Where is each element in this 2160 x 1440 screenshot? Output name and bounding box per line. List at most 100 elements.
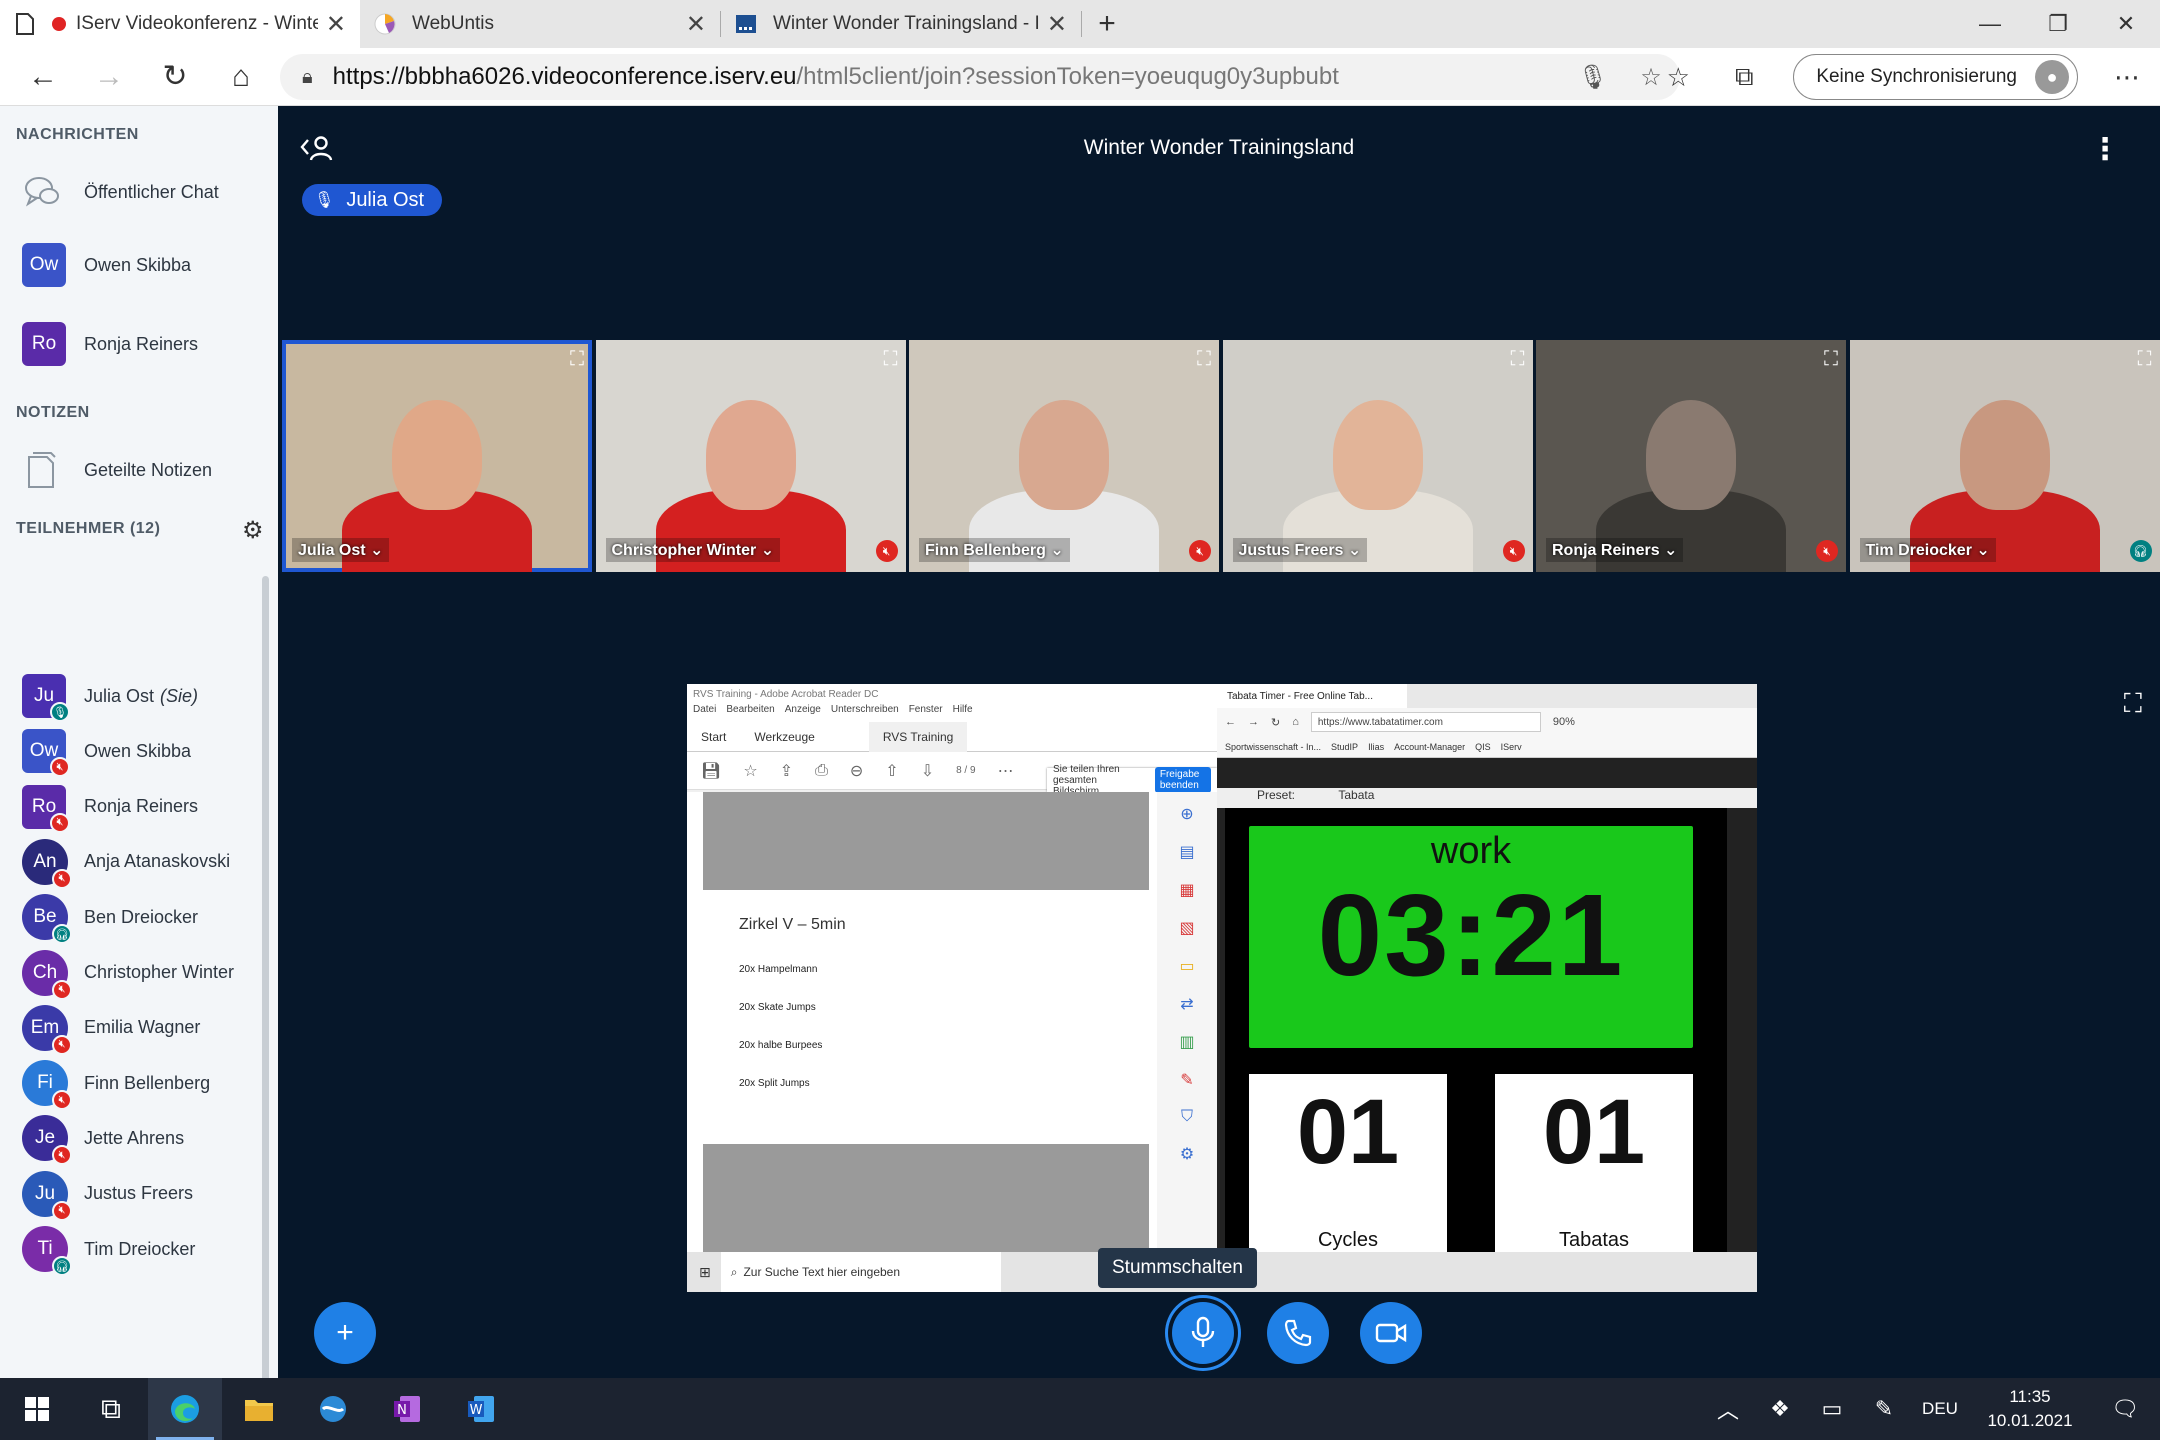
restore-icon[interactable]: ❐ — [2024, 0, 2092, 48]
avatar: Em 🔇︎ — [22, 1004, 72, 1055]
favorites-icon[interactable]: ☆ — [1645, 62, 1711, 93]
edge-browser-icon[interactable] — [148, 1378, 222, 1440]
reload-button[interactable]: ↻ — [142, 48, 208, 106]
webcam-user-name[interactable]: Finn Bellenberg ⌄ — [919, 538, 1070, 562]
fullscreen-screenshare-icon[interactable]: ⛶ — [2124, 688, 2142, 720]
share-webcam-button[interactable] — [1360, 1302, 1422, 1364]
more-menu-icon[interactable]: ⋯ — [2094, 62, 2160, 93]
address-bar[interactable]: 🔒︎ https://bbbha6026.videoconference.ise… — [280, 54, 1680, 100]
iserv-icon — [735, 13, 757, 35]
notifications-icon[interactable]: 🗨︎ — [2090, 1396, 2160, 1422]
recording-dot-icon — [52, 13, 66, 35]
browser-tab-iserv[interactable]: IServ Videokonferenz - Winter Wonder Tra… — [0, 0, 360, 48]
leave-audio-button[interactable] — [1267, 1302, 1329, 1364]
private-chat-item[interactable]: Ro Ronja Reiners — [22, 316, 198, 372]
avatar-initials: Em — [30, 1016, 60, 1038]
pdf-page-gap — [703, 792, 1149, 890]
sync-button[interactable]: Keine Synchronisierung ● — [1793, 54, 2078, 100]
muted-microphone-icon: 🔇︎ — [1189, 540, 1211, 562]
close-tab-icon[interactable]: ✕ — [686, 10, 706, 39]
task-view-icon[interactable]: ⧉ — [74, 1378, 148, 1440]
microphone-icon — [1191, 1316, 1215, 1347]
webcam-tile[interactable]: Tim Dreiocker ⌄ ⛶ 🎧︎ — [1849, 340, 2160, 572]
browser-tab-webuntis[interactable]: WebUntis ✕ — [360, 0, 720, 48]
avatar: Ow — [22, 243, 66, 287]
input-language[interactable]: DEU — [1910, 1399, 1970, 1419]
pdf-line: 20x Hampelmann — [739, 964, 818, 975]
forward-button[interactable]: → — [76, 48, 142, 106]
participant-item[interactable]: An 🔇︎ Anja Atanaskovski — [22, 834, 230, 890]
room-title: Winter Wonder Trainingsland — [1083, 136, 1355, 159]
show-hidden-icons-icon[interactable]: ︿ — [1702, 1393, 1754, 1425]
participants-settings-gear-icon[interactable]: ⚙ — [242, 516, 264, 545]
webcam-video-person-head — [705, 400, 796, 510]
fullscreen-icon[interactable]: ⛶ — [1824, 348, 1838, 371]
collections-icon[interactable]: ⧉ — [1711, 61, 1777, 93]
webcam-tile[interactable]: Christopher Winter ⌄ ⛶ 🔇︎ — [595, 340, 906, 572]
windows-start-icon[interactable] — [0, 1378, 74, 1440]
webcam-user-name[interactable]: Justus Freers ⌄ — [1232, 538, 1368, 562]
pen-icon[interactable]: ✎ — [1858, 1396, 1910, 1422]
webcam-user-name[interactable]: Julia Ost ⌄ — [292, 538, 390, 562]
mute-button[interactable] — [1172, 1302, 1234, 1364]
participant-item[interactable]: Je 🔇︎ Jette Ahrens — [22, 1110, 184, 1166]
participant-item[interactable]: Fi 🔇︎ Finn Bellenberg — [22, 1055, 210, 1111]
participant-item[interactable]: Ch 🔇︎ Christopher Winter — [22, 945, 234, 1001]
back-button[interactable]: ← — [10, 48, 76, 106]
fullscreen-icon[interactable]: ⛶ — [1197, 348, 1211, 371]
avatar-initials: Ju — [34, 1182, 56, 1204]
sidebar-scrollbar[interactable] — [262, 576, 269, 1378]
microphone-permission-icon[interactable]: 🎙︎ — [1564, 63, 1622, 92]
onenote-icon[interactable]: N — [370, 1378, 444, 1440]
pdf-line: 20x halbe Burpees — [739, 1040, 823, 1051]
participant-item[interactable]: Ti 🎧︎ Tim Dreiocker — [22, 1221, 195, 1277]
fullscreen-icon[interactable]: ⛶ — [570, 348, 584, 371]
muted-microphone-icon: 🔇︎ — [875, 540, 898, 562]
file-explorer-icon[interactable] — [222, 1378, 296, 1440]
webcam-user-name[interactable]: Ronja Reiners ⌄ — [1546, 538, 1684, 562]
private-chat-item[interactable]: Ow Owen Skibba — [22, 237, 191, 293]
minimize-icon[interactable]: — — [1956, 0, 2024, 48]
fullscreen-icon[interactable]: ⛶ — [2138, 348, 2152, 371]
avatar: Je 🔇︎ — [22, 1115, 72, 1166]
fullscreen-icon[interactable]: ⛶ — [1511, 348, 1525, 371]
clock[interactable]: 11:35 10.01.2021 — [1970, 1385, 2090, 1433]
webcam-tile[interactable]: Julia Ost ⌄ ⛶ — [282, 340, 592, 572]
lock-icon[interactable]: 🔒︎ — [302, 66, 313, 89]
webcam-tile[interactable]: Justus Freers ⌄ ⛶ 🔇︎ — [1222, 340, 1533, 572]
home-button[interactable]: ⌂ — [208, 48, 274, 106]
new-tab-button[interactable]: + — [1082, 0, 1132, 48]
avatar: Ro — [22, 322, 66, 366]
close-window-icon[interactable]: ✕ — [2092, 0, 2160, 48]
participant-name: Tim Dreiocker — [84, 1238, 196, 1259]
forward-icon: → — [1248, 716, 1259, 728]
webcam-tile[interactable]: Finn Bellenberg ⌄ ⛶ 🔇︎ — [909, 340, 1219, 572]
participant-item[interactable]: Ow 🔇︎ Owen Skibba — [22, 723, 191, 779]
participant-item[interactable]: Em 🔇︎ Emilia Wagner — [22, 1000, 200, 1056]
close-tab-icon[interactable]: ✕ — [1047, 10, 1067, 39]
dropbox-icon[interactable]: ❖ — [1754, 1396, 1806, 1422]
webcam-user-name[interactable]: Christopher Winter ⌄ — [605, 538, 781, 562]
close-tab-icon[interactable]: ✕ — [326, 10, 346, 39]
shared-notes-item[interactable]: Geteilte Notizen — [22, 442, 212, 498]
participant-item[interactable]: Be 🎧︎ Ben Dreiocker — [22, 889, 198, 945]
actions-plus-button[interactable]: + — [314, 1302, 376, 1364]
participant-item[interactable]: Ju 🎙︎ Julia Ost (Sie) — [22, 668, 198, 724]
browser-tab-trainingsland[interactable]: Winter Wonder Trainingsland - IServ ✕ — [721, 0, 1081, 48]
participant-item[interactable]: Ju 🔇︎ Justus Freers — [22, 1166, 193, 1222]
participant-item[interactable]: Ro 🔇︎ Ronja Reiners — [22, 779, 198, 835]
cycles-label: Cycles — [1317, 1229, 1378, 1251]
fullscreen-icon[interactable]: ⛶ — [884, 348, 898, 371]
public-chat-item[interactable]: Öffentlicher Chat — [22, 164, 219, 220]
pdf-line: 20x Split Jumps — [739, 1078, 810, 1089]
word-icon[interactable]: W — [444, 1378, 518, 1440]
skype-or-app-icon[interactable] — [296, 1378, 370, 1440]
muted-microphone-icon: 🔇︎ — [1816, 540, 1838, 562]
battery-icon[interactable]: ▭ — [1806, 1396, 1858, 1422]
webcam-tile[interactable]: Ronja Reiners ⌄ ⛶ 🔇︎ — [1536, 340, 1846, 572]
talking-indicator[interactable]: 🎙︎ Julia Ost — [302, 184, 443, 216]
preset-row: Preset: Tabata — [1217, 788, 1757, 808]
pdf-heading: Zirkel V – 5min — [739, 916, 846, 933]
options-menu-icon[interactable]: ⋮ — [2090, 132, 2120, 167]
webcam-user-name[interactable]: Tim Dreiocker ⌄ — [1859, 538, 1996, 562]
